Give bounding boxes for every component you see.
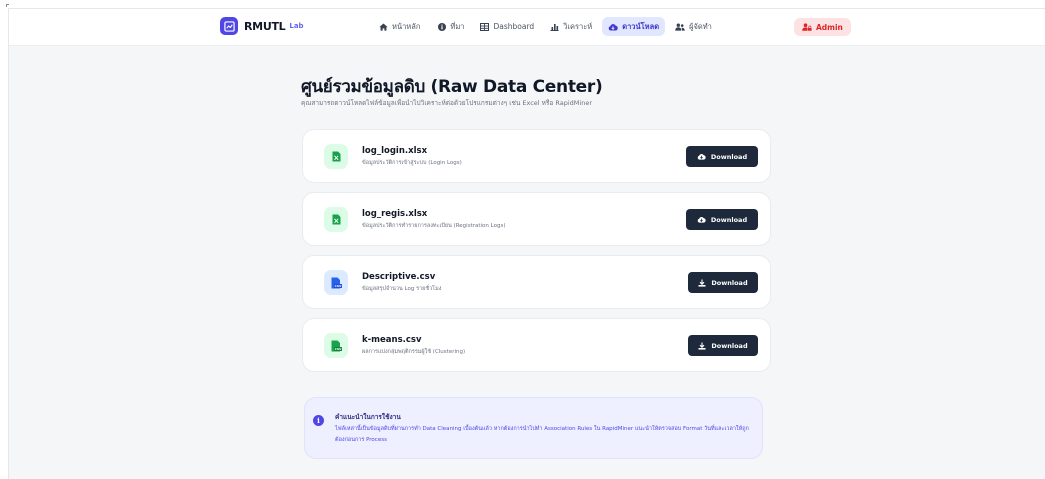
nav-item-label: ดาวน์โหลด xyxy=(622,21,660,31)
brand-sub: Lab xyxy=(289,22,304,30)
download-icon xyxy=(698,279,706,287)
download-label: Download xyxy=(711,278,748,287)
excel-file-icon xyxy=(324,144,348,169)
csv-file-icon: CSV xyxy=(324,270,348,295)
brand-logo-icon xyxy=(220,17,238,35)
admin-button[interactable]: Admin xyxy=(794,18,851,36)
file-description: ข้อมูลประวัติการทำรายการลงทะเบียน (Regis… xyxy=(362,223,506,229)
file-name: k-means.csv xyxy=(362,335,422,345)
cloud-download-icon xyxy=(608,23,618,30)
download-button[interactable]: Download xyxy=(688,335,758,356)
tips-title: คำแนะนำในการใช้งาน xyxy=(335,413,401,421)
download-button[interactable]: Download xyxy=(686,146,758,167)
file-card: log_login.xlsx ข้อมูลประวัติการเข้าสู่ระ… xyxy=(302,129,771,183)
file-card: CSV k-means.csv ผลการแบ่งกลุ่มพฤติกรรมผู… xyxy=(302,318,771,372)
excel-file-icon xyxy=(324,207,348,232)
nav-item-analysis[interactable]: วิเคราะห์ xyxy=(544,17,598,36)
nav-item-label: วิเคราะห์ xyxy=(563,21,593,31)
main-nav: หน้าหลัก ที่มา Dashboard วิเคราะห์ ดาวน์… xyxy=(373,17,718,36)
file-description: ข้อมูลสรุปจำนวน Log รายชั่วโมง xyxy=(362,286,442,292)
csv-file-icon: CSV xyxy=(324,333,348,358)
file-name: log_regis.xlsx xyxy=(362,209,428,219)
top-navbar: RMUTL Lab หน้าหลัก ที่มา Dashboard วิเคร… xyxy=(9,9,1045,46)
file-name: log_login.xlsx xyxy=(362,146,428,156)
user-lock-icon xyxy=(802,23,812,31)
info-icon xyxy=(438,22,447,31)
download-label: Download xyxy=(710,152,748,161)
nav-item-label: Dashboard xyxy=(493,22,535,31)
nav-item-team[interactable]: ผู้จัดทำ xyxy=(669,17,718,36)
download-icon xyxy=(698,342,706,350)
admin-label: Admin xyxy=(816,22,843,32)
nav-item-source[interactable]: ที่มา xyxy=(432,17,470,36)
nav-item-label: ผู้จัดทำ xyxy=(689,21,712,31)
page-subtitle: คุณสามารถดาวน์โหลดไฟล์ข้อมูลเพื่อนำไปวิเ… xyxy=(301,99,593,107)
file-card: log_regis.xlsx ข้อมูลประวัติการทำรายการล… xyxy=(302,192,771,246)
brand[interactable]: RMUTL Lab xyxy=(220,17,304,35)
download-label: Download xyxy=(710,215,748,224)
page-title: ศูนย์รวมข้อมูลดิบ (Raw Data Center) xyxy=(301,77,603,97)
usage-tips-box: i คำแนะนำในการใช้งาน ไฟล์เหล่านี้เป็นข้อ… xyxy=(304,397,763,459)
nav-item-dashboard[interactable]: Dashboard xyxy=(474,17,540,36)
download-label: Download xyxy=(711,341,748,350)
app-frame: RMUTL Lab หน้าหลัก ที่มา Dashboard วิเคร… xyxy=(8,8,1045,479)
file-description: ผลการแบ่งกลุ่มพฤติกรรมผู้ใช้ (Clustering… xyxy=(362,349,466,355)
brand-name: RMUTL xyxy=(244,19,286,33)
info-circle-icon: i xyxy=(313,415,324,426)
users-icon xyxy=(675,23,685,31)
svg-text:CSV: CSV xyxy=(334,284,341,288)
download-button[interactable]: Download xyxy=(686,209,758,230)
download-button[interactable]: Download xyxy=(688,272,758,293)
file-description: ข้อมูลประวัติการเข้าสู่ระบบ (Login Logs) xyxy=(362,160,462,166)
window-corner xyxy=(6,4,9,7)
nav-item-label: หน้าหลัก xyxy=(392,21,421,31)
cloud-download-icon xyxy=(697,153,706,160)
nav-item-home[interactable]: หน้าหลัก xyxy=(373,17,426,36)
tips-text: ไฟล์เหล่านี้เป็นข้อมูลดิบที่ผ่านการทำ Da… xyxy=(335,426,749,443)
file-card: CSV Descriptive.csv ข้อมูลสรุปจำนวน Log … xyxy=(302,255,771,309)
nav-item-download[interactable]: ดาวน์โหลด xyxy=(602,17,666,36)
svg-text:CSV: CSV xyxy=(334,347,341,351)
home-icon xyxy=(379,22,388,31)
chart-icon xyxy=(550,23,559,31)
cloud-download-icon xyxy=(697,216,706,223)
nav-item-label: ที่มา xyxy=(450,21,465,31)
table-icon xyxy=(480,22,490,31)
file-name: Descriptive.csv xyxy=(362,272,436,282)
